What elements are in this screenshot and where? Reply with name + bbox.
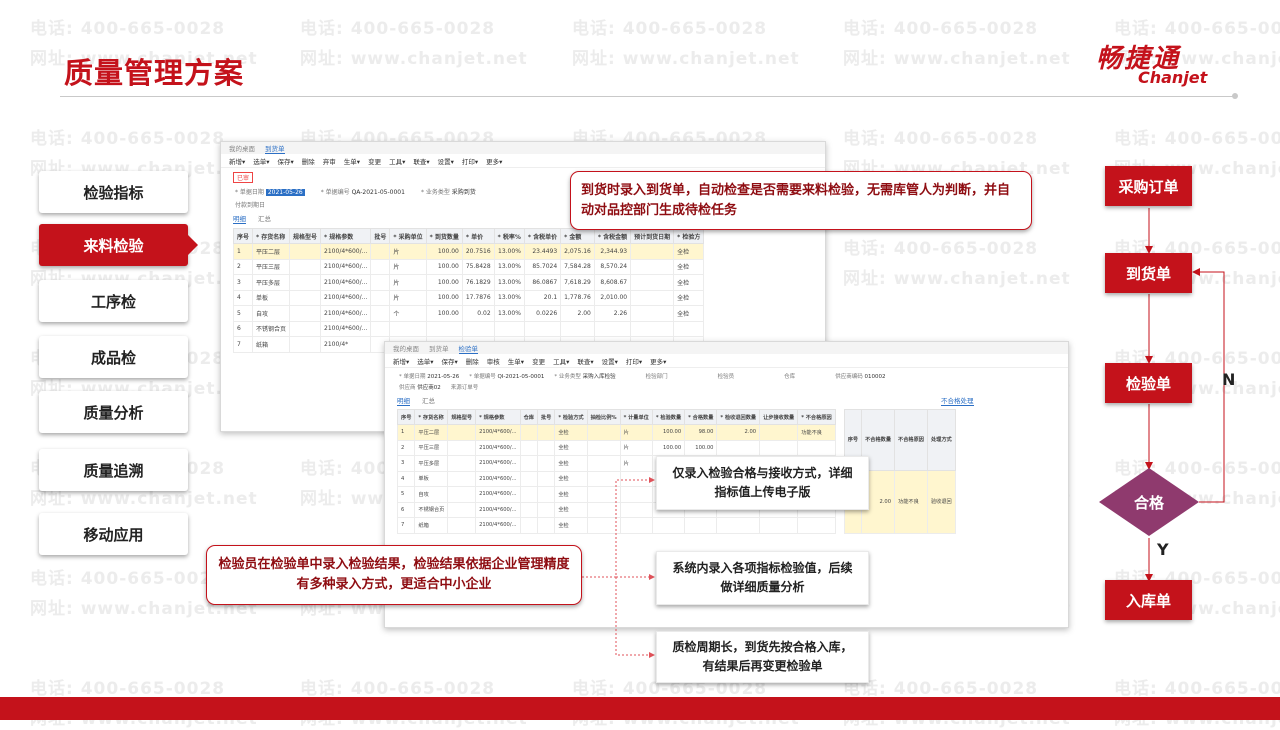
footer-bar: [0, 697, 1280, 720]
flow-yes-label: Y: [1157, 540, 1169, 559]
flow-decision-pass-label: 合格: [1133, 494, 1164, 512]
flow-step-purchase-order: 采购订单: [1105, 166, 1192, 206]
flow-step-arrival: 到货单: [1105, 253, 1192, 293]
flow-step-inspection: 检验单: [1105, 363, 1192, 403]
callout-mode-2: 系统内录入各项指标检验值，后续做详细质量分析: [656, 551, 869, 605]
flow-no-label: N: [1222, 370, 1236, 389]
callout-mode-3: 质检周期长，到货先按合格入库，有结果后再变更检验单: [656, 631, 869, 683]
callout-mode-1: 仅录入检验合格与接收方式，详细指标值上传电子版: [656, 456, 869, 510]
callout-arrival: 到货时录入到货单，自动检查是否需要来料检验，无需库管人为判断，并自动对品控部门生…: [570, 171, 1032, 230]
callout-inspector: 检验员在检验单中录入检验结果，检验结果依据企业管理精度有多种录入方式，更适合中小…: [206, 545, 582, 605]
flow-step-stock-in: 入库单: [1105, 580, 1192, 620]
